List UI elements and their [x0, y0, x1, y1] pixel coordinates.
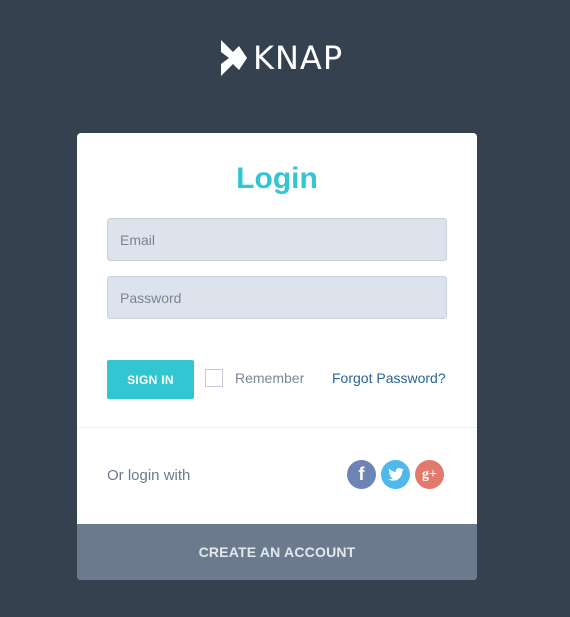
twitter-bird-icon — [387, 468, 404, 481]
login-card: Login SIGN IN Remember Forgot Password? … — [77, 133, 477, 580]
knap-logo-icon — [221, 40, 247, 76]
facebook-icon[interactable]: f — [347, 460, 376, 489]
remember-checkbox-group[interactable]: Remember — [205, 369, 304, 387]
google-plus-icon[interactable]: g+ — [415, 460, 444, 489]
social-login-group: f g+ — [347, 460, 444, 489]
remember-checkbox[interactable] — [205, 369, 223, 387]
remember-label: Remember — [235, 370, 305, 386]
email-input[interactable] — [107, 218, 447, 261]
password-input[interactable] — [107, 276, 447, 319]
sign-in-button[interactable]: SIGN IN — [107, 360, 194, 399]
knap-logo: KNAP — [219, 38, 343, 78]
login-page: KNAP Login SIGN IN Remember Forgot Passw… — [0, 0, 570, 617]
logo-text: KNAP — [253, 39, 344, 77]
or-login-with-label: Or login with — [107, 467, 191, 484]
forgot-password-link[interactable]: Forgot Password? — [332, 370, 446, 386]
twitter-icon[interactable] — [381, 460, 410, 489]
divider — [77, 427, 477, 428]
login-title: Login — [236, 162, 318, 195]
create-account-button[interactable]: CREATE AN ACCOUNT — [77, 524, 477, 580]
